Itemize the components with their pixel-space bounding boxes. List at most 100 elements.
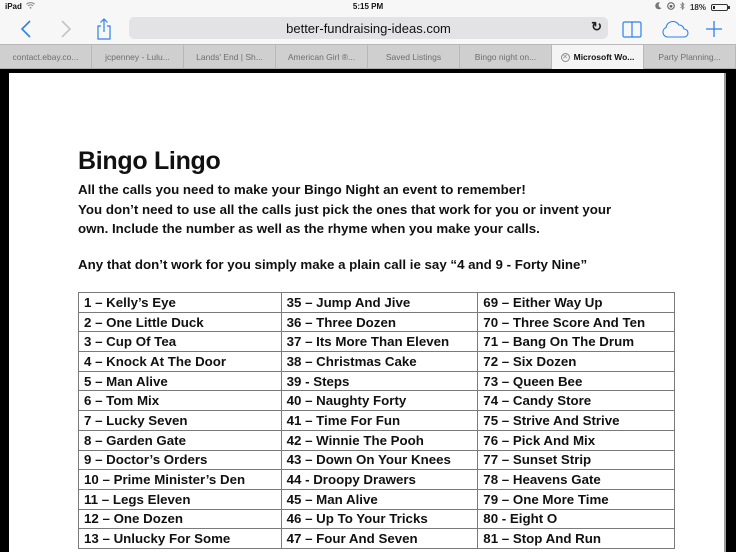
table-row: 1 – Kelly’s Eye 35 – Jump And Jive 69 – Ei… — [78, 292, 675, 313]
battery-icon — [711, 3, 730, 11]
share-button[interactable] — [92, 17, 116, 41]
table-row: 3 – Cup Of Tea 37 – Its More Than Eleven 7… — [78, 331, 675, 353]
bingo-call-cell: 13 – Unlucky For Some — [78, 528, 282, 549]
table-row: 6 – Tom Mix 40 – Naughty Forty 74 – Candy … — [78, 390, 675, 412]
status-right: 18% — [655, 1, 730, 12]
bingo-call-cell: 35 – Jump And Jive — [280, 292, 479, 313]
table-row: 2 – One Little Duck 36 – Three Dozen 70 – … — [78, 311, 675, 333]
tab-label: contact.ebay.co... — [12, 52, 79, 62]
orientation-lock-icon — [667, 2, 675, 12]
bookmarks-button[interactable] — [620, 17, 644, 41]
bingo-call-cell: 71 – Bang On The Drum — [477, 331, 675, 353]
tab-label: American Girl ®... — [287, 52, 356, 62]
table-row: 7 – Lucky Seven 41 – Time For Fun 75 – Str… — [78, 410, 675, 431]
tab-label: Bingo night on... — [474, 52, 537, 62]
bingo-call-cell: 11 – Legs Eleven — [78, 488, 282, 510]
table-row: 5 – Man Alive 39 - Steps 73 – Queen Bee — [78, 370, 675, 392]
bookmarks-icon — [622, 20, 642, 38]
intro-line: own. Include the number as well as the r… — [78, 221, 540, 237]
bingo-call-cell: 10 – Prime Minister’s Den — [78, 469, 282, 490]
bingo-call-cell: 73 – Queen Bee — [477, 370, 675, 392]
browser-toolbar: better-fundraising-ideas.com ↻ — [0, 14, 736, 44]
intro-text: All the calls you need to make your Bing… — [78, 180, 678, 274]
bingo-call-cell: 44 - Droopy Drawers — [280, 469, 479, 490]
bingo-calls-body: 1 – Kelly’s Eye 35 – Jump And Jive 69 – Ei… — [78, 292, 675, 549]
table-row: 12 – One Dozen 46 – Up To Your Tricks 80 -… — [78, 508, 675, 530]
bingo-call-cell: 70 – Three Score And Ten — [477, 311, 675, 333]
tab-american-girl[interactable]: American Girl ®... — [276, 45, 368, 69]
tab-contact-ebay[interactable]: contact.ebay.co... — [0, 45, 92, 69]
bingo-call-cell: 1 – Kelly’s Eye — [78, 292, 282, 313]
intro-line: You don’t need to use all the calls just… — [78, 201, 612, 217]
tab-saved-listings[interactable]: Saved Listings — [368, 45, 460, 69]
bingo-call-cell: 38 – Christmas Cake — [280, 351, 479, 372]
battery-percent: 18% — [689, 2, 706, 12]
table-row: 11 – Legs Eleven 45 – Man Alive 79 – One M… — [78, 488, 675, 510]
table-row: 4 – Knock At The Door 38 – Christmas Cake… — [78, 351, 675, 372]
bingo-call-cell: 80 - Eight O — [477, 508, 675, 530]
bingo-call-cell: 5 – Man Alive — [78, 370, 282, 392]
share-icon — [97, 18, 111, 40]
close-tab-icon[interactable]: ✕ — [560, 52, 570, 62]
bingo-call-cell: 79 – One More Time — [477, 488, 675, 510]
tab-label: Lands' End | Sh... — [196, 52, 263, 62]
forward-button[interactable] — [54, 17, 78, 41]
reload-icon[interactable]: ↻ — [591, 19, 602, 35]
clock: 5:15 PM — [352, 2, 384, 11]
moon-icon — [655, 2, 662, 12]
bingo-call-cell: 81 – Stop And Run — [477, 528, 675, 549]
bingo-call-cell: 46 – Up To Your Tricks — [280, 508, 479, 530]
document-page[interactable]: Bingo Lingo All the calls you need to ma… — [9, 73, 726, 552]
bingo-call-cell: 37 – Its More Than Eleven — [280, 331, 479, 353]
tab-label: jcpenney - Lulu... — [105, 52, 170, 62]
tab-jcpenney[interactable]: jcpenney - Lulu... — [92, 45, 184, 69]
address-bar[interactable]: better-fundraising-ideas.com ↻ — [129, 17, 608, 39]
bingo-call-cell: 69 – Either Way Up — [477, 292, 675, 313]
bingo-call-cell: 42 – Winnie The Pooh — [280, 429, 479, 451]
tab-party-planning[interactable]: Party Planning... — [644, 45, 736, 69]
bingo-call-cell: 43 – Down On Your Knees — [280, 449, 479, 471]
table-row: 9 – Doctor’s Orders 43 – Down On Your Kne… — [78, 449, 675, 471]
bingo-call-cell: 78 – Heavens Gate — [477, 469, 675, 490]
tab-bingo-night[interactable]: Bingo night on... — [460, 45, 552, 69]
table-row: 8 – Garden Gate 42 – Winnie The Pooh 76 – … — [78, 429, 675, 451]
battery-level-fill — [713, 5, 716, 9]
bingo-call-cell: 39 - Steps — [280, 370, 479, 392]
status-bar: iPad 5:15 PM 18% — [0, 0, 736, 14]
forward-icon — [61, 20, 72, 38]
back-icon — [20, 20, 31, 38]
bingo-call-cell: 41 – Time For Fun — [280, 410, 479, 431]
bingo-call-cell: 9 – Doctor’s Orders — [78, 449, 282, 471]
bingo-call-cell: 40 – Naughty Forty — [280, 390, 479, 412]
bingo-call-cell: 4 – Knock At The Door — [78, 351, 282, 372]
bingo-call-cell: 12 – One Dozen — [78, 508, 282, 530]
bingo-call-cell: 77 – Sunset Strip — [477, 449, 675, 471]
tab-lands-end[interactable]: Lands' End | Sh... — [184, 45, 276, 69]
bingo-call-cell: 8 – Garden Gate — [78, 429, 282, 451]
new-tab-button[interactable] — [702, 17, 726, 41]
tab-label: Microsoft Wo... — [573, 52, 635, 62]
table-row: 10 – Prime Minister’s Den 44 - Droopy Dra… — [78, 469, 675, 490]
bingo-call-cell: 72 – Six Dozen — [477, 351, 675, 372]
bingo-call-cell: 3 – Cup Of Tea — [78, 331, 282, 353]
bingo-calls-table: 1 – Kelly’s Eye 35 – Jump And Jive 69 – Ei… — [78, 292, 675, 549]
new-tab-icon — [706, 21, 722, 37]
back-button[interactable] — [14, 17, 38, 41]
tab-label: Party Planning... — [658, 52, 721, 62]
intro-line: All the calls you need to make your Bing… — [78, 182, 526, 197]
bingo-call-cell: 75 – Strive And Strive — [477, 410, 675, 431]
bingo-call-cell: 45 – Man Alive — [280, 488, 479, 510]
tab-microsoft-word[interactable]: ✕ Microsoft Wo... — [552, 45, 644, 69]
bingo-call-cell: 47 – Four And Seven — [280, 528, 479, 549]
page-title: Bingo Lingo — [78, 147, 221, 175]
bingo-call-cell: 6 – Tom Mix — [78, 390, 282, 412]
tab-label: Saved Listings — [385, 52, 442, 62]
icloud-tabs-button[interactable] — [660, 17, 690, 41]
bingo-call-cell: 74 – Candy Store — [477, 390, 675, 412]
bingo-call-cell: 76 – Pick And Mix — [477, 429, 675, 451]
bingo-call-cell: 36 – Three Dozen — [280, 311, 479, 333]
plain-call-note: Any that don’t work for you simply make … — [78, 256, 588, 272]
bingo-call-cell: 7 – Lucky Seven — [78, 410, 282, 431]
table-row: 13 – Unlucky For Some 47 – Four And Seven… — [78, 528, 675, 549]
url-text: better-fundraising-ideas.com — [286, 21, 451, 36]
